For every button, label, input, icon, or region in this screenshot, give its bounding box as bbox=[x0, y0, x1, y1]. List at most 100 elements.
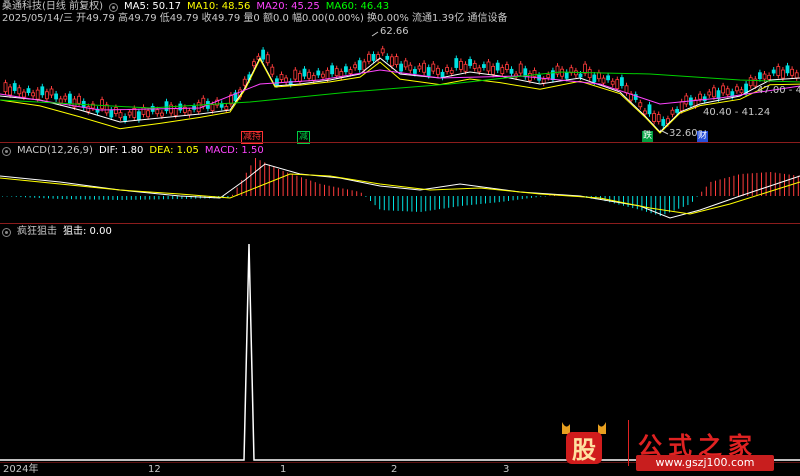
candle-body bbox=[620, 77, 624, 86]
badge-cai[interactable]: 财 bbox=[697, 131, 709, 142]
candle-body bbox=[31, 92, 36, 97]
candle-body bbox=[12, 83, 17, 91]
macd-hist-bar bbox=[347, 189, 348, 196]
macd-hist-bar bbox=[310, 180, 312, 196]
candle-body bbox=[320, 73, 325, 78]
macd-hist-bar bbox=[494, 196, 496, 203]
macd-hist-bar bbox=[61, 196, 63, 200]
candle-body bbox=[417, 65, 422, 70]
candle-body bbox=[712, 87, 716, 98]
macd-hist-bar bbox=[291, 174, 293, 196]
dea-line bbox=[0, 173, 800, 215]
x-axis-label-12: 12 bbox=[148, 464, 161, 475]
candle-body bbox=[316, 70, 321, 76]
candle-body bbox=[624, 85, 629, 94]
macd-hist-bar bbox=[337, 187, 339, 196]
candle-body bbox=[353, 64, 358, 69]
macd-hist-bar bbox=[25, 196, 26, 198]
candle-body bbox=[578, 73, 583, 78]
candle-body bbox=[477, 67, 482, 73]
candle-body bbox=[767, 74, 771, 80]
macd-hist-bar bbox=[627, 196, 629, 207]
macd-hist-bar bbox=[98, 196, 100, 200]
candle-body bbox=[68, 93, 72, 104]
ma20-label: MA20: 45.25 bbox=[256, 1, 320, 12]
macd-hist-bar bbox=[540, 196, 542, 197]
macd-hist-bar bbox=[508, 196, 509, 201]
badge-die[interactable]: 跌 bbox=[642, 131, 654, 142]
macd-hist-bar bbox=[388, 196, 390, 211]
ma5-label: MA5: 50.17 bbox=[123, 1, 181, 12]
candle-body bbox=[532, 70, 537, 77]
macd-chart[interactable] bbox=[0, 156, 800, 222]
candle-body bbox=[670, 109, 675, 115]
candle-body bbox=[661, 119, 666, 126]
candle-body bbox=[597, 72, 601, 80]
candle-body bbox=[311, 75, 316, 81]
candle-body bbox=[251, 61, 256, 67]
macd-hist-bar bbox=[659, 196, 661, 216]
macd-hist-bar bbox=[163, 196, 164, 200]
macd-hist-bar bbox=[80, 196, 82, 200]
macd-hist-bar bbox=[632, 196, 634, 209]
candle-body bbox=[486, 61, 491, 72]
candle-body bbox=[564, 71, 569, 79]
macd-hist-bar bbox=[11, 196, 13, 197]
candle-body bbox=[86, 106, 91, 112]
macd-hist-bar bbox=[521, 196, 523, 200]
dif-line bbox=[0, 163, 800, 219]
panel-divider-2[interactable] bbox=[0, 223, 800, 224]
candle-body bbox=[114, 107, 118, 114]
candle-body bbox=[40, 86, 45, 96]
candle-body bbox=[762, 73, 767, 80]
panel-divider-1[interactable] bbox=[0, 142, 800, 143]
macd-hist-bar bbox=[420, 196, 422, 212]
candle-body bbox=[426, 67, 431, 76]
macd-hist-bar bbox=[135, 196, 137, 200]
macd-hist-bar bbox=[742, 173, 744, 196]
macd-hist-bar bbox=[140, 196, 141, 200]
indicator-title[interactable]: 疯狂狙击 bbox=[17, 226, 57, 238]
candle-body bbox=[155, 109, 160, 115]
macd-hist-bar bbox=[397, 196, 399, 211]
macd-hist-bar bbox=[687, 196, 689, 206]
candle-body bbox=[279, 74, 284, 80]
macd-hist-bar bbox=[489, 196, 491, 204]
candle-body bbox=[187, 110, 192, 116]
macd-hist-bar bbox=[416, 196, 417, 212]
candle-body bbox=[716, 90, 721, 100]
macd-hist-bar bbox=[282, 170, 284, 196]
macd-hist-bar bbox=[255, 158, 256, 196]
candle-body bbox=[224, 106, 229, 110]
candle-body bbox=[481, 64, 486, 68]
candle-body bbox=[771, 69, 776, 74]
macd-hist-bar bbox=[365, 196, 367, 197]
candle-body bbox=[371, 53, 376, 61]
macd-hist-bar bbox=[696, 196, 698, 197]
macd-hist-bar bbox=[360, 192, 362, 196]
macd-hist-bar bbox=[747, 173, 749, 196]
candle-body bbox=[785, 65, 790, 74]
macd-hist-bar bbox=[259, 160, 261, 196]
indicator-settings-icon[interactable] bbox=[2, 227, 11, 237]
candle-body bbox=[790, 68, 794, 76]
macd-hist-bar bbox=[457, 196, 459, 207]
candle-body bbox=[698, 93, 702, 100]
macd-hist-bar bbox=[43, 196, 45, 199]
macd-hist-bar bbox=[623, 196, 624, 206]
settings-dot-icon[interactable] bbox=[108, 2, 118, 12]
candle-body bbox=[141, 107, 146, 115]
candle-body bbox=[178, 103, 183, 111]
macd-hist-bar bbox=[636, 196, 638, 210]
macd-hist-bar bbox=[273, 166, 275, 196]
stock-name[interactable]: 桑通科技(日线 前复权) bbox=[2, 1, 103, 13]
candle-body bbox=[794, 72, 799, 79]
candlestick-chart[interactable] bbox=[0, 24, 800, 142]
macd-settings-icon[interactable] bbox=[2, 146, 11, 156]
macd-hist-bar bbox=[383, 196, 385, 211]
candle-body bbox=[348, 69, 353, 74]
candle-body bbox=[26, 88, 31, 93]
candle-body bbox=[509, 68, 514, 74]
macd-hist-bar bbox=[20, 196, 22, 198]
macd-hist-bar bbox=[784, 173, 785, 196]
